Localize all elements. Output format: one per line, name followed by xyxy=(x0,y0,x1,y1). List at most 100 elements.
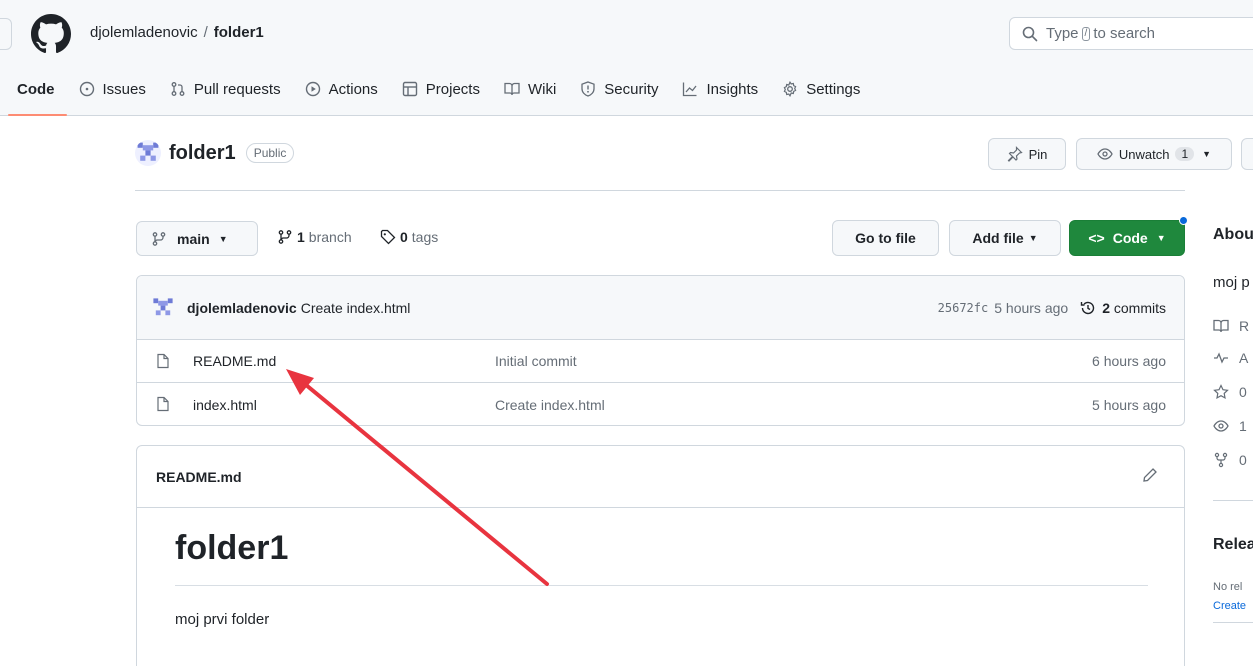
file-row[interactable]: index.html Create index.html 5 hours ago xyxy=(137,383,1184,425)
stars-link[interactable]: 0 xyxy=(1213,384,1247,400)
stars-count: 0 xyxy=(1239,384,1247,400)
table-icon xyxy=(402,81,417,97)
readme-header: README.md xyxy=(137,446,1184,508)
pull-request-icon xyxy=(171,82,185,96)
file-table: djolemladenovic Create index.html 25672f… xyxy=(136,275,1185,426)
search-placeholder-prefix: Type xyxy=(1046,25,1079,42)
file-name-link[interactable]: README.md xyxy=(193,353,276,369)
repo-header: djolemladenovic / folder1 Type / to search… xyxy=(0,0,1253,116)
file-commit-message[interactable]: Create index.html xyxy=(495,397,605,413)
about-description: moj p xyxy=(1213,274,1250,291)
pin-label: Pin xyxy=(1028,146,1048,162)
go-to-file-button[interactable]: Go to file xyxy=(832,220,939,256)
sidebar-item-label: A xyxy=(1239,350,1249,366)
forks-link[interactable]: 0 xyxy=(1213,452,1247,468)
tab-actions[interactable]: Actions xyxy=(293,72,390,106)
unwatch-label: Unwatch xyxy=(1118,146,1170,162)
commit-author-link[interactable]: djolemladenovic xyxy=(187,300,297,316)
tags-link[interactable]: 0 tags xyxy=(380,229,438,245)
chevron-down-icon: ▼ xyxy=(1202,149,1212,159)
tab-code[interactable]: Code xyxy=(0,72,67,116)
commit-meta: 25672fc 5 hours ago 2 commits xyxy=(938,276,1166,340)
breadcrumb-repo-link[interactable]: folder1 xyxy=(214,24,264,41)
tab-pull-requests[interactable]: Pull requests xyxy=(158,72,293,106)
tab-issues[interactable]: Issues xyxy=(67,72,158,106)
book-icon xyxy=(504,82,520,96)
pin-button[interactable]: Pin xyxy=(988,138,1066,170)
watchers-link[interactable]: 1 xyxy=(1213,418,1247,434)
repo-owner-avatar xyxy=(135,140,161,166)
breadcrumb: djolemladenovic / folder1 xyxy=(90,24,264,41)
shield-icon xyxy=(581,81,595,97)
readme-link[interactable]: R xyxy=(1213,318,1249,334)
repo-title-row: folder1 Public xyxy=(135,140,295,166)
search-shortcut-key: / xyxy=(1081,26,1091,41)
commit-message-link[interactable]: Create index.html xyxy=(301,300,411,316)
file-icon xyxy=(157,396,169,412)
about-sidebar: Abou moj p R A 0 1 0 Relea No rel Create xyxy=(1213,0,1253,666)
readme-panel: README.md folder1 moj prvi folder xyxy=(136,445,1185,666)
branch-count: 1 xyxy=(297,229,305,245)
search-placeholder-suffix: to search xyxy=(1093,25,1156,42)
pin-icon xyxy=(1007,146,1023,162)
tab-code-label: Code xyxy=(17,80,55,98)
branch-count-label: branch xyxy=(308,229,352,245)
add-file-button[interactable]: Add file ▼ xyxy=(949,220,1061,256)
tag-icon xyxy=(380,229,396,245)
history-icon xyxy=(1080,301,1095,315)
breadcrumb-owner-link[interactable]: djolemladenovic xyxy=(90,24,198,41)
tab-issues-label: Issues xyxy=(102,80,146,98)
tab-security[interactable]: Security xyxy=(568,72,670,106)
releases-heading[interactable]: Relea xyxy=(1213,536,1253,554)
gear-icon xyxy=(783,81,797,97)
add-file-label: Add file xyxy=(972,230,1024,246)
pencil-icon[interactable] xyxy=(1142,467,1158,483)
file-name-link[interactable]: index.html xyxy=(193,397,257,413)
repo-nav: Code Issues Pull requests Actions Projec… xyxy=(0,72,872,116)
readme-filename-link[interactable]: README.md xyxy=(156,469,242,485)
code-dropdown-button[interactable]: <> Code ▼ xyxy=(1069,216,1188,256)
branches-link[interactable]: 1 branch xyxy=(277,229,352,245)
book-icon xyxy=(1213,319,1229,333)
watchers-count: 1 xyxy=(1239,418,1247,434)
tag-count: 0 xyxy=(400,229,408,245)
commit-author-avatar xyxy=(151,295,175,320)
file-icon xyxy=(157,353,169,369)
tab-security-label: Security xyxy=(604,80,659,98)
file-age: 5 hours ago xyxy=(1092,396,1166,413)
tab-wiki[interactable]: Wiki xyxy=(492,72,568,106)
branch-icon xyxy=(278,230,292,244)
menu-button[interactable] xyxy=(0,18,12,50)
tab-settings-label: Settings xyxy=(806,80,861,98)
readme-heading-rule xyxy=(175,585,1148,586)
file-row[interactable]: README.md Initial commit 6 hours ago xyxy=(137,340,1184,383)
readme-paragraph: moj prvi folder xyxy=(175,611,270,628)
forks-count: 0 xyxy=(1239,452,1247,468)
unwatch-button[interactable]: Unwatch 1 ▼ xyxy=(1076,138,1232,170)
fork-icon xyxy=(1214,452,1228,468)
activity-link[interactable]: A xyxy=(1213,350,1248,366)
search-icon xyxy=(1022,26,1038,41)
repo-name[interactable]: folder1 xyxy=(169,142,236,165)
create-release-link[interactable]: Create xyxy=(1213,600,1246,612)
code-icon: <> xyxy=(1088,230,1105,246)
tab-insights[interactable]: Insights xyxy=(670,72,770,106)
visibility-badge: Public xyxy=(245,143,295,163)
eye-icon xyxy=(1213,420,1229,432)
file-commit-message[interactable]: Initial commit xyxy=(495,353,577,369)
branch-select-button[interactable]: main ▼ xyxy=(136,221,258,256)
tab-settings[interactable]: Settings xyxy=(770,72,872,106)
github-logo-icon[interactable] xyxy=(31,14,71,54)
commits-history-link[interactable]: 2 commits xyxy=(1080,300,1166,316)
tab-projects[interactable]: Projects xyxy=(390,72,492,106)
go-to-file-label: Go to file xyxy=(855,230,916,246)
releases-note: No rel xyxy=(1213,581,1243,593)
tab-pull-requests-label: Pull requests xyxy=(193,80,281,98)
tab-projects-label: Projects xyxy=(425,80,480,98)
title-divider xyxy=(135,190,1185,191)
sidebar-item-label: R xyxy=(1239,318,1250,334)
about-heading: Abou xyxy=(1213,226,1253,243)
star-icon xyxy=(1213,384,1229,400)
commit-sha-link[interactable]: 25672fc xyxy=(938,301,989,315)
issue-icon xyxy=(79,81,94,97)
